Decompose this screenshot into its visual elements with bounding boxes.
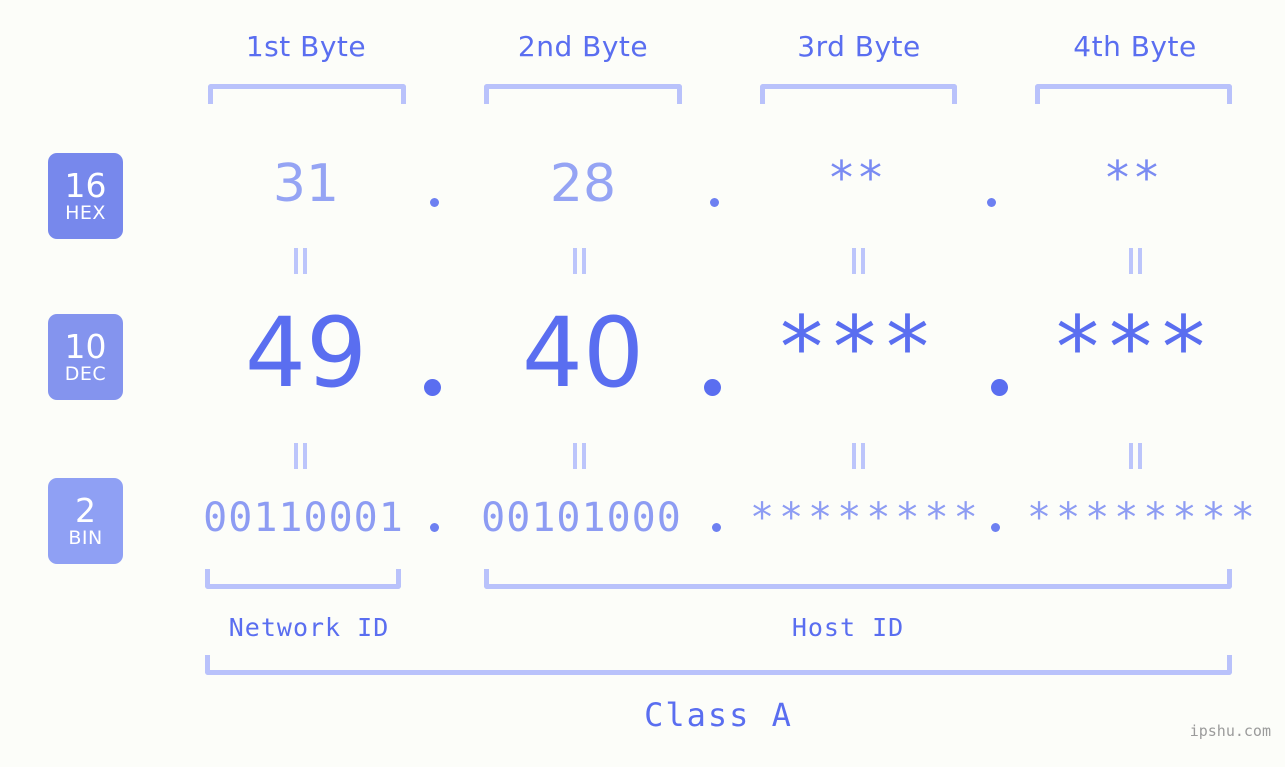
byte-header-3: 3rd Byte — [797, 30, 921, 63]
radix-badge-dec-label: DEC — [64, 363, 107, 386]
equals-mark-hex-dec-4 — [1128, 248, 1144, 274]
dec-byte-2: 40 — [521, 297, 645, 409]
bin-byte-4: ******** — [1027, 495, 1260, 541]
class-bracket — [205, 655, 1232, 675]
dec-dot-3 — [991, 379, 1008, 396]
byte-bracket-2 — [484, 84, 682, 104]
host-id-label: Host ID — [791, 613, 905, 642]
radix-badge-hex[interactable]: 16 HEX — [48, 153, 123, 239]
site-watermark: ipshu.com — [1189, 722, 1271, 740]
equals-mark-dec-bin-1 — [293, 443, 309, 469]
bin-dot-2 — [712, 523, 721, 532]
byte-bracket-4 — [1035, 84, 1232, 104]
dec-byte-3: *** — [780, 298, 939, 398]
bin-byte-3: ******** — [750, 495, 983, 541]
equals-mark-hex-dec-1 — [293, 248, 309, 274]
radix-badge-dec[interactable]: 10 DEC — [48, 314, 123, 400]
dec-byte-4: *** — [1056, 298, 1215, 398]
hex-dot-3 — [987, 198, 996, 207]
byte-header-4: 4th Byte — [1073, 30, 1197, 63]
dec-dot-2 — [704, 379, 721, 396]
hex-dot-1 — [430, 198, 439, 207]
radix-badge-hex-label: HEX — [65, 202, 106, 225]
host-id-bracket — [484, 569, 1232, 589]
radix-badge-bin-number: 2 — [75, 490, 96, 530]
equals-mark-hex-dec-2 — [572, 248, 588, 274]
byte-bracket-1 — [208, 84, 406, 104]
hex-byte-4: ** — [1106, 151, 1164, 205]
equals-mark-hex-dec-3 — [851, 248, 867, 274]
byte-header-1: 1st Byte — [245, 30, 367, 63]
byte-bracket-3 — [760, 84, 957, 104]
radix-badge-dec-number: 10 — [64, 326, 107, 366]
network-id-label: Network ID — [228, 613, 390, 642]
network-id-bracket — [205, 569, 401, 589]
equals-mark-dec-bin-3 — [851, 443, 867, 469]
bin-dot-3 — [991, 523, 1000, 532]
ip-byte-diagram: 1st Byte 2nd Byte 3rd Byte 4th Byte 16 H… — [0, 0, 1285, 767]
hex-byte-3: ** — [830, 151, 888, 205]
equals-mark-dec-bin-2 — [572, 443, 588, 469]
hex-byte-2: 28 — [549, 154, 617, 214]
bin-byte-2: 00101000 — [481, 495, 682, 541]
radix-badge-hex-number: 16 — [64, 165, 107, 205]
ip-class-label: Class A — [644, 696, 793, 734]
byte-header-2: 2nd Byte — [517, 30, 649, 63]
radix-badge-bin-label: BIN — [68, 527, 103, 550]
dec-byte-1: 49 — [244, 297, 368, 409]
dec-dot-1 — [424, 379, 441, 396]
hex-byte-1: 31 — [272, 154, 340, 214]
bin-dot-1 — [430, 523, 439, 532]
bin-byte-1: 00110001 — [203, 495, 404, 541]
equals-mark-dec-bin-4 — [1128, 443, 1144, 469]
hex-dot-2 — [710, 198, 719, 207]
radix-badge-bin[interactable]: 2 BIN — [48, 478, 123, 564]
